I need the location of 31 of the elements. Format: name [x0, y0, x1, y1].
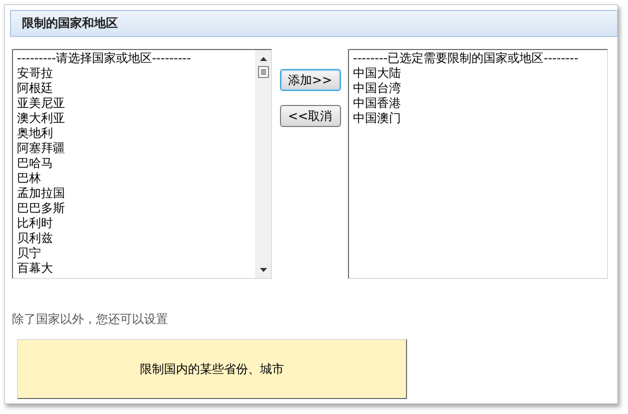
list-item[interactable]: 中国大陆: [353, 66, 603, 81]
list-item[interactable]: 澳大利亚: [17, 111, 251, 126]
list-item[interactable]: 阿根廷: [17, 81, 251, 96]
list-item[interactable]: 亚美尼亚: [17, 96, 251, 111]
list-item[interactable]: 孟加拉国: [17, 186, 251, 201]
list-item[interactable]: 贝利兹: [17, 231, 251, 246]
scroll-thumb[interactable]: [258, 66, 268, 78]
list-item[interactable]: 巴巴多斯: [17, 201, 251, 216]
list-button[interactable]: <<取消: [280, 105, 340, 127]
list-item[interactable]: 比利时: [17, 216, 251, 231]
country-list[interactable]: ---------请选择国家或地区--------- 安哥拉 阿根廷 亚美尼亚 澳大利亚 奥地利 阿塞拜疆 巴哈马 巴林 孟加拉国 巴巴多斯 比利时 贝利兹 贝宁 百幕大: [12, 49, 272, 279]
list-item[interactable]: 百幕大: [17, 261, 251, 276]
list-header: ---------请选择国家或地区---------: [17, 51, 192, 66]
list-item[interactable]: 贝宁: [17, 246, 251, 261]
list-item[interactable]: 巴哈马: [17, 156, 251, 171]
list-item[interactable]: 巴林: [17, 171, 251, 186]
province-button[interactable]: 限制国内的某些省份、城市: [17, 339, 407, 399]
hint-text: 除了国家以外，您还可以设置: [12, 311, 169, 328]
list-item[interactable]: 中国香港: [353, 96, 603, 111]
list-header: --------已选定需要限制的国家或地区--------: [353, 51, 580, 66]
list-button[interactable]: 添加>>: [280, 69, 340, 91]
list-item[interactable]: 安哥拉: [17, 66, 251, 81]
list-item[interactable]: 中国台湾: [353, 81, 603, 96]
scroll-down-icon[interactable]: [260, 268, 266, 272]
restricted-list[interactable]: --------已选定需要限制的国家或地区-------- 中国大陆 中国台湾 中国香港 中国澳门: [348, 49, 608, 279]
list-item[interactable]: 奥地利: [17, 126, 251, 141]
list-item[interactable]: 阿塞拜疆: [17, 141, 251, 156]
scroll-up-icon[interactable]: [260, 57, 266, 61]
scrollbar[interactable]: [255, 50, 271, 278]
panel-title: 限制的国家和地区: [22, 15, 118, 32]
list-item[interactable]: 中国澳门: [353, 111, 603, 126]
